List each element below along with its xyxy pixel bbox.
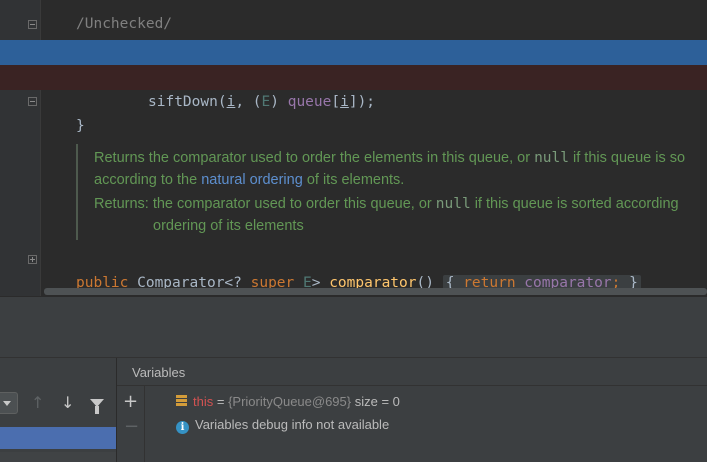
variable-extra: size = 0: [351, 394, 400, 409]
rendered-javadoc[interactable]: Returns the comparator used to order the…: [76, 144, 707, 240]
code-token: }: [76, 118, 85, 134]
variable-eq: =: [213, 394, 229, 409]
doc-line: ordering of its elements: [153, 218, 304, 234]
horizontal-scrollbar[interactable]: [44, 288, 707, 295]
info-icon: i: [176, 421, 189, 434]
doc-text: if this queue is sorted according: [470, 196, 679, 212]
debug-tool-window: ↑ ↓ Variables + − this = {PriorityQueue@…: [0, 296, 707, 462]
doc-text: of its elements.: [302, 172, 405, 188]
filter-icon[interactable]: [90, 399, 104, 414]
code-line[interactable]: /Unchecked/: [0, 0, 707, 32]
variable-value: {PriorityQueue@695}: [228, 394, 352, 409]
minus-icon[interactable]: −: [124, 418, 139, 436]
doc-text: Returns the comparator used to order the…: [94, 150, 535, 166]
doc-text: ordering of its elements: [153, 218, 304, 234]
doc-link[interactable]: natural ordering: [201, 172, 303, 188]
variables-header: Variables: [117, 358, 707, 386]
code-line[interactable]: }: [0, 89, 707, 134]
selected-frame-row[interactable]: [0, 427, 116, 449]
doc-line: according to the natural ordering of its…: [94, 172, 404, 188]
breakpoint-line[interactable]: siftDown(i, (E) queue[i]);: [0, 65, 707, 110]
variable-row-this[interactable]: this = {PriorityQueue@695} size = 0: [176, 392, 400, 412]
current-execution-line[interactable]: for (int i = (size >>> 1) - 1; i >= 0; i…: [0, 40, 707, 85]
variables-title: Variables: [132, 365, 186, 380]
arrow-down-icon[interactable]: ↓: [61, 394, 74, 412]
info-message: Variables debug info not available: [195, 417, 390, 432]
doc-line: Returns the comparator used to order the…: [94, 150, 685, 166]
plus-icon[interactable]: +: [123, 393, 138, 411]
code-line-comparator[interactable]: public Comparator<? super E> comparator(…: [0, 246, 707, 291]
doc-line: Returns: the comparator used to order th…: [94, 196, 679, 212]
variables-info-row: i Variables debug info not available: [176, 415, 389, 435]
code-editor[interactable]: /Unchecked/ private void heapify() { for…: [0, 0, 707, 296]
arrow-up-icon[interactable]: ↑: [31, 394, 44, 412]
variable-name: this: [193, 394, 214, 409]
doc-text: if this queue is so: [569, 150, 686, 166]
frame-row[interactable]: [0, 452, 116, 462]
field-icon: [176, 395, 187, 407]
doc-text: according to the: [94, 172, 202, 188]
variables-toolbar: + −: [117, 386, 145, 462]
doc-text: Returns: the comparator used to order th…: [94, 196, 436, 212]
thread-dropdown-icon[interactable]: [0, 392, 18, 414]
debug-toolbar-strip: [0, 296, 707, 358]
doc-code: null: [435, 196, 471, 212]
code-line-heapify[interactable]: private void heapify() {: [0, 14, 707, 59]
doc-code: null: [534, 150, 569, 166]
